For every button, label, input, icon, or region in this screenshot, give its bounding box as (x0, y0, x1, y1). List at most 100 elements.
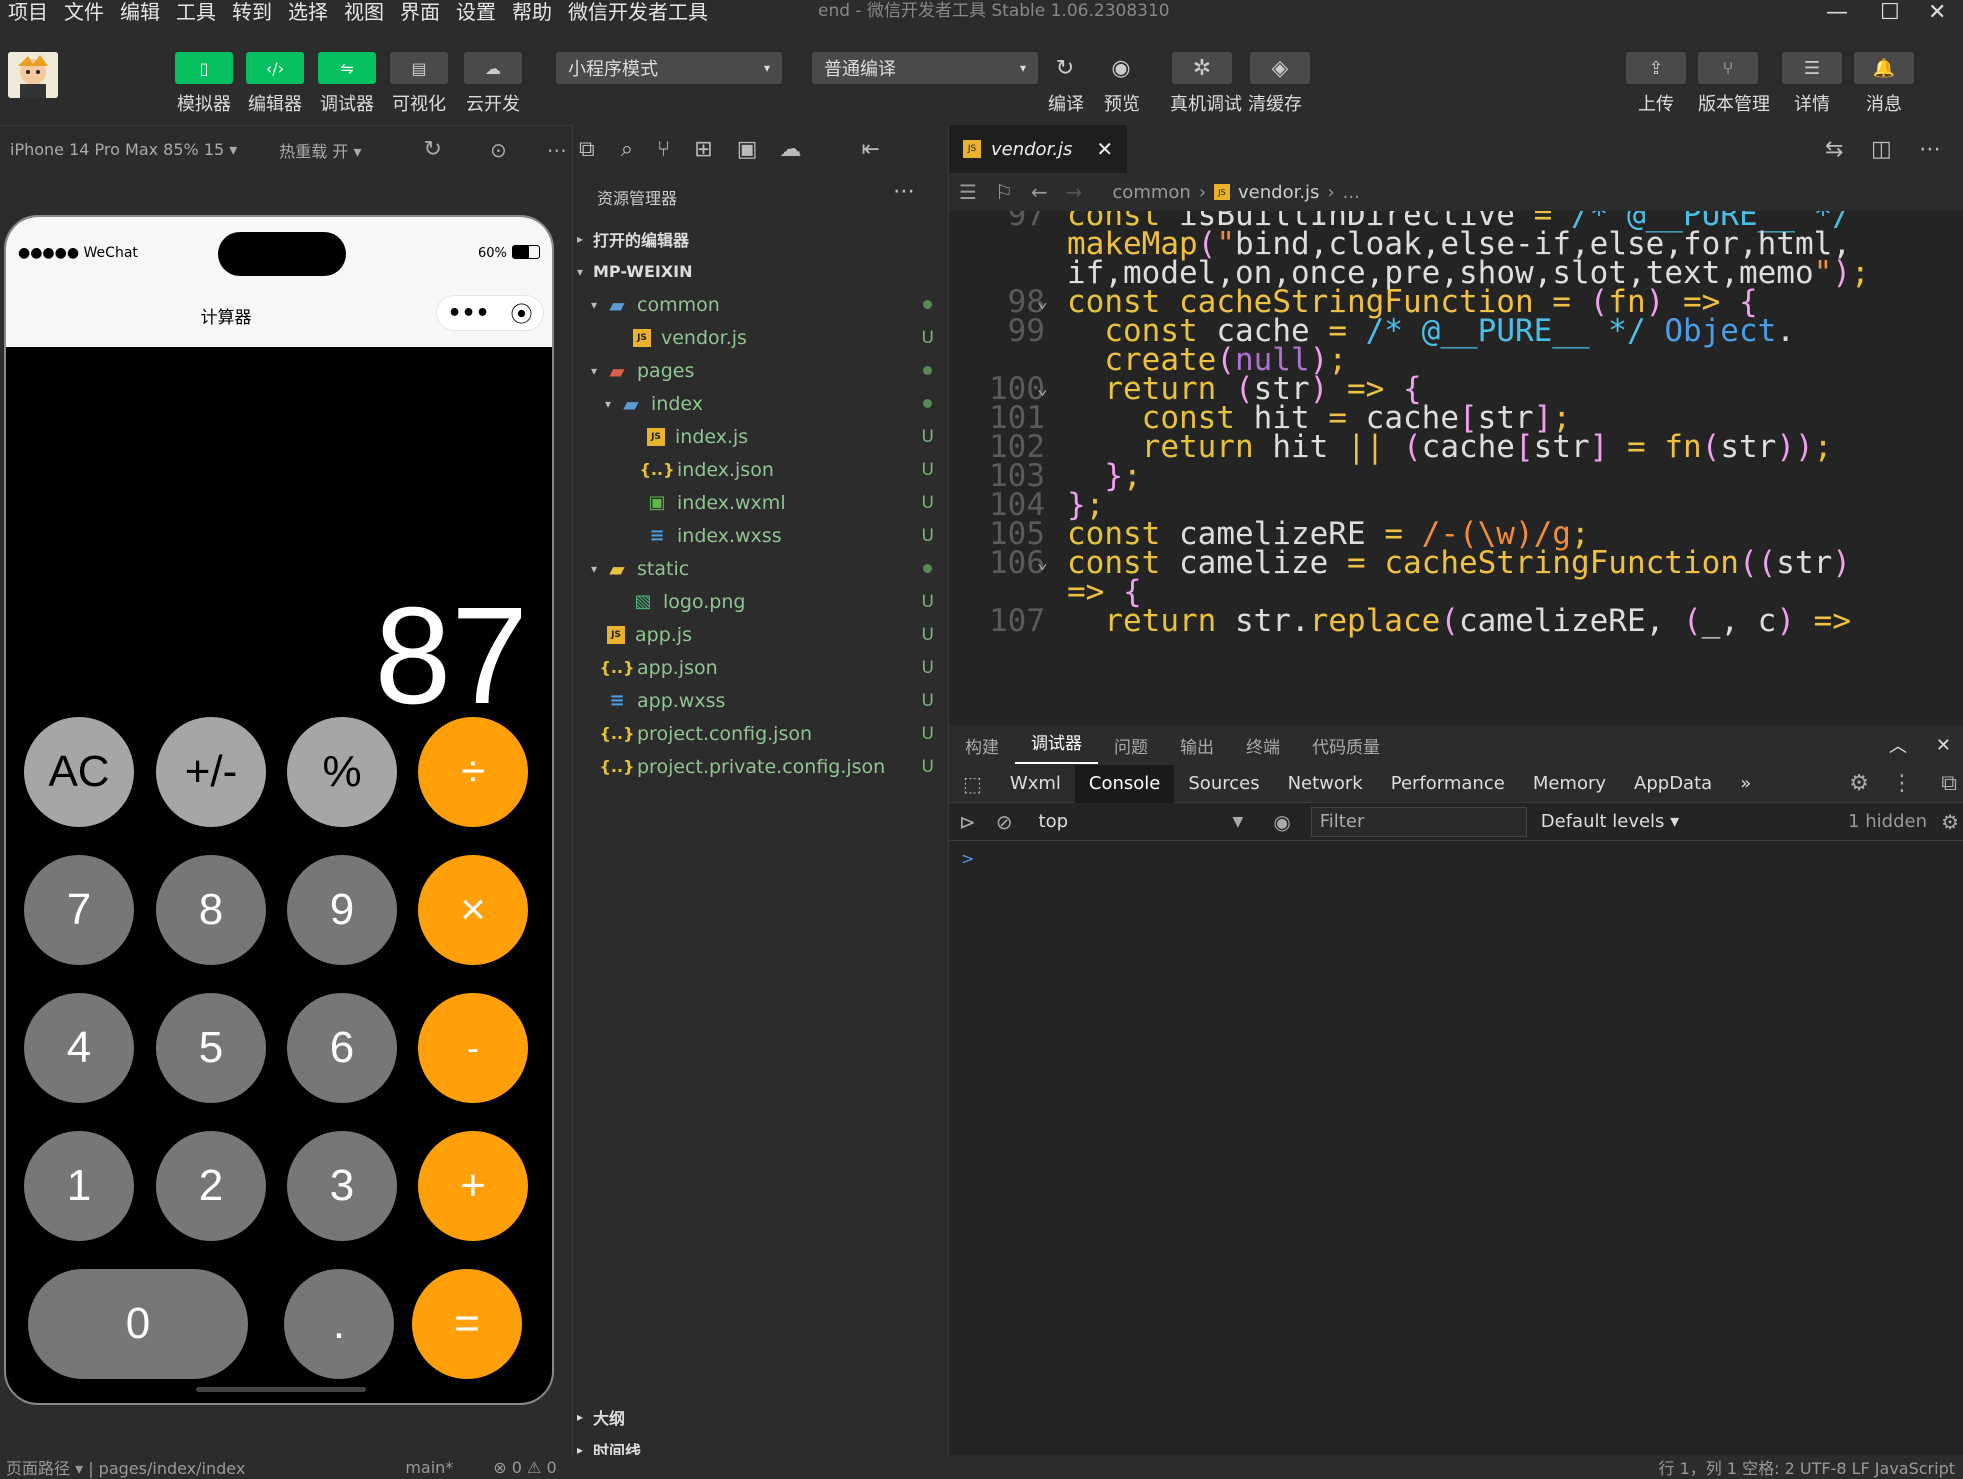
sidebar-toggle-icon[interactable]: ⊳ (959, 810, 976, 834)
devtools-tab[interactable]: Network (1274, 765, 1377, 803)
devtools-tab[interactable]: Wxml (996, 765, 1075, 803)
calc-key[interactable]: . (284, 1269, 394, 1379)
devtools-tab[interactable]: » (1726, 765, 1765, 803)
tree-item[interactable]: {..} index.json U (573, 453, 948, 486)
calc-key[interactable]: 8 (156, 855, 266, 965)
toolbar-button-1[interactable]: ‹/› (246, 52, 304, 84)
more-dots-icon[interactable]: ••• (447, 301, 489, 326)
editor-more-icon[interactable]: ⋯ (1919, 137, 1941, 162)
outline-section[interactable]: ▸ 大纲 (577, 1405, 625, 1429)
toolbar-mid-button-0[interactable]: ↻ (1040, 52, 1090, 84)
calc-key[interactable]: 5 (156, 993, 266, 1103)
toolbar-right-button-0[interactable]: ⇪ (1626, 52, 1686, 84)
toolbar-right-button-3[interactable]: 🔔 (1854, 52, 1914, 84)
search-icon[interactable]: ⌕ (621, 137, 633, 162)
tree-item[interactable]: ▾ ▰ common (573, 288, 948, 321)
breadcrumb-common[interactable]: common (1112, 182, 1190, 203)
toolbar-mid-button-3[interactable]: ◈ (1250, 52, 1310, 84)
menu-item-2[interactable]: 编辑 (112, 0, 168, 24)
close-tab-icon[interactable]: ✕ (1096, 137, 1113, 161)
calc-key[interactable]: 9 (287, 855, 397, 965)
toolbar-button-3[interactable]: ▤ (390, 52, 448, 84)
panel-tab[interactable]: 终端 (1230, 733, 1296, 758)
calc-key[interactable]: + (418, 1131, 528, 1241)
tree-item[interactable]: JS index.js U (573, 420, 948, 453)
devtools-tab[interactable]: AppData (1620, 765, 1726, 803)
menu-item-6[interactable]: 视图 (336, 0, 392, 24)
menu-item-10[interactable]: 微信开发者工具 (560, 0, 716, 24)
calc-key[interactable]: = (412, 1269, 522, 1379)
toolbar-mid-button-1[interactable]: ◉ (1096, 52, 1146, 84)
tree-item[interactable]: ▾ ▰ static (573, 552, 948, 585)
context-select[interactable]: top (1039, 811, 1233, 832)
more-icon[interactable]: ⋯ (547, 138, 567, 162)
menu-item-1[interactable]: 文件 (56, 0, 112, 24)
panel-tab[interactable]: 代码质量 (1296, 733, 1396, 758)
maximize-panel-icon[interactable]: ︿ (1889, 732, 1907, 758)
capsule-menu[interactable]: ••• ⦿ (436, 295, 544, 331)
calc-key[interactable]: 1 (24, 1131, 134, 1241)
console-prompt[interactable]: > (961, 849, 974, 868)
toolbar-right-button-2[interactable]: ☰ (1782, 52, 1842, 84)
bookmark-icon[interactable]: ⚐ (995, 180, 1013, 204)
tree-item[interactable]: {..} project.private.config.json U (573, 750, 948, 783)
close-panel-icon[interactable]: ✕ (1936, 735, 1951, 756)
calc-key[interactable]: × (418, 855, 528, 965)
calc-key[interactable]: % (287, 717, 397, 827)
tree-item[interactable]: {..} app.json U (573, 651, 948, 684)
breadcrumb-vendor-js[interactable]: vendor.js (1238, 182, 1319, 203)
tree-item[interactable]: JS vendor.js U (573, 321, 948, 354)
devtools-more-icon[interactable]: ⋮ (1891, 771, 1913, 796)
devtools-tab[interactable]: Sources (1174, 765, 1273, 803)
calc-key[interactable]: - (418, 993, 528, 1103)
menu-item-8[interactable]: 设置 (448, 0, 504, 24)
tree-item[interactable]: ▾ ▰ pages (573, 354, 948, 387)
tree-item[interactable]: ▾ ▰ index (573, 387, 948, 420)
split-editor-icon[interactable]: ◫ (1871, 137, 1892, 162)
calc-key[interactable]: 7 (24, 855, 134, 965)
menu-item-4[interactable]: 转到 (224, 0, 280, 24)
page-path[interactable]: 页面路径 ▾ | pages/index/index (6, 1455, 245, 1479)
devtools-tab[interactable]: Memory (1519, 765, 1620, 803)
dock-icon[interactable]: ⧉ (1941, 771, 1957, 796)
menu-item-7[interactable]: 界面 (392, 0, 448, 24)
device-select[interactable]: iPhone 14 Pro Max 85% 15 ▾ (10, 140, 237, 159)
save-icon[interactable]: ▣ (737, 137, 758, 162)
rotate-icon[interactable]: ↻ (424, 137, 442, 162)
docker-icon[interactable]: ☁ (779, 137, 801, 162)
code-editor[interactable]: 97 const isBuiltInDirective = /* @__PURE_… (949, 211, 1963, 725)
breadcrumb-more[interactable]: ... (1343, 182, 1360, 203)
calc-key[interactable]: ÷ (418, 717, 528, 827)
problems-count[interactable]: ⊗ 0 ⚠ 0 (493, 1458, 556, 1477)
calc-key[interactable]: AC (24, 717, 134, 827)
toolbar-right-button-1[interactable]: ⑂ (1698, 52, 1758, 84)
toolbar-mid-button-2[interactable]: ✲ (1172, 52, 1232, 84)
avatar[interactable] (8, 52, 58, 98)
toolbar-button-2[interactable]: ⇋ (318, 52, 376, 84)
minimize-icon[interactable]: — (1826, 0, 1848, 25)
back-arrow-icon[interactable]: ← (1031, 180, 1048, 204)
panel-tab[interactable]: 输出 (1164, 733, 1230, 758)
panel-tab[interactable]: 调试器 (1015, 726, 1098, 764)
clear-console-icon[interactable]: ⊘ (996, 810, 1013, 834)
panel-tab[interactable]: 问题 (1098, 733, 1164, 758)
compare-icon[interactable]: ⇆ (1825, 137, 1843, 162)
collapse-panel-icon[interactable]: ⇤ (861, 137, 879, 162)
inspect-element-icon[interactable]: ⬚ (949, 765, 996, 803)
settings-icon[interactable]: ⚙ (1849, 771, 1869, 796)
calc-key[interactable]: 3 (287, 1131, 397, 1241)
menu-item-5[interactable]: 选择 (280, 0, 336, 24)
tree-item[interactable]: ≡ index.wxss U (573, 519, 948, 552)
tree-item[interactable]: ▧ logo.png U (573, 585, 948, 618)
menu-item-3[interactable]: 工具 (168, 0, 224, 24)
git-icon[interactable]: ⑂ (657, 137, 670, 162)
console-settings-icon[interactable]: ⚙ (1941, 810, 1959, 834)
devtools-tab[interactable]: Console (1074, 764, 1175, 803)
open-editors-section[interactable]: ▸ 打开的编辑器 (573, 222, 948, 255)
hot-reload-toggle[interactable]: 热重载 开 ▾ (279, 138, 361, 162)
git-branch[interactable]: main* (405, 1458, 453, 1477)
eye-icon[interactable]: ◉ (1273, 810, 1290, 834)
tree-item[interactable]: {..} project.config.json U (573, 717, 948, 750)
forward-arrow-icon[interactable]: → (1066, 180, 1083, 204)
extensions-icon[interactable]: ⊞ (694, 137, 712, 162)
